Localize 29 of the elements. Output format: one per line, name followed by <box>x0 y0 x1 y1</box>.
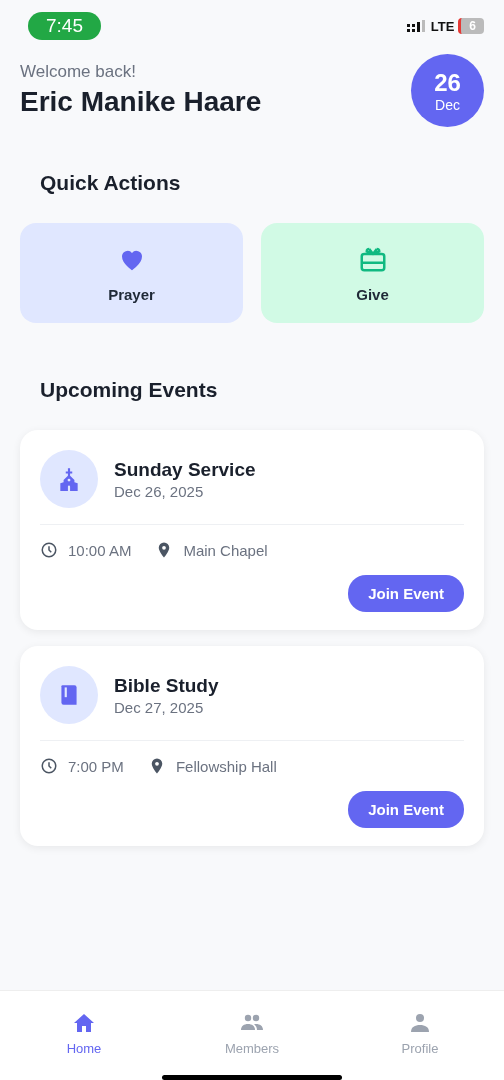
nav-tab[interactable]: Profile <box>393 1009 447 1058</box>
clock-icon <box>40 757 58 775</box>
user-name: Eric Manike Haare <box>20 86 262 118</box>
event-date: Dec 27, 2025 <box>114 698 205 716</box>
event-title: Bible Study <box>114 674 219 697</box>
person-icon <box>408 1011 432 1035</box>
event-time: 10:00 AM <box>68 541 132 559</box>
section-title: Upcoming Events <box>39 378 219 402</box>
network-label: LTE <box>430 18 455 34</box>
event-location: Fellowship Hall <box>175 757 277 775</box>
join-event-button[interactable]: Join Event <box>348 575 464 612</box>
welcome-text: Welcome back! <box>20 62 137 82</box>
join-event-button[interactable]: Join Event <box>348 791 464 828</box>
signal-icon <box>406 20 427 32</box>
date-day: 26 <box>434 68 461 97</box>
nav-tab[interactable]: Members <box>216 1009 288 1058</box>
quick-action-button[interactable]: Prayer <box>20 223 243 323</box>
section-title: Quick Actions <box>39 171 182 195</box>
nav-tab[interactable]: Home <box>58 1009 110 1058</box>
status-time: 7:45 <box>28 12 101 40</box>
home-icon <box>72 1011 96 1035</box>
event-time: 7:00 PM <box>68 757 124 775</box>
event-location: Main Chapel <box>183 541 268 559</box>
event-date: Dec 26, 2025 <box>114 482 205 500</box>
quick-action-button[interactable]: Give <box>261 223 484 323</box>
battery-level: 6 <box>458 18 484 34</box>
clock-icon <box>40 541 58 559</box>
date-month: Dec <box>435 96 460 113</box>
event-title: Sunday Service <box>114 458 256 481</box>
